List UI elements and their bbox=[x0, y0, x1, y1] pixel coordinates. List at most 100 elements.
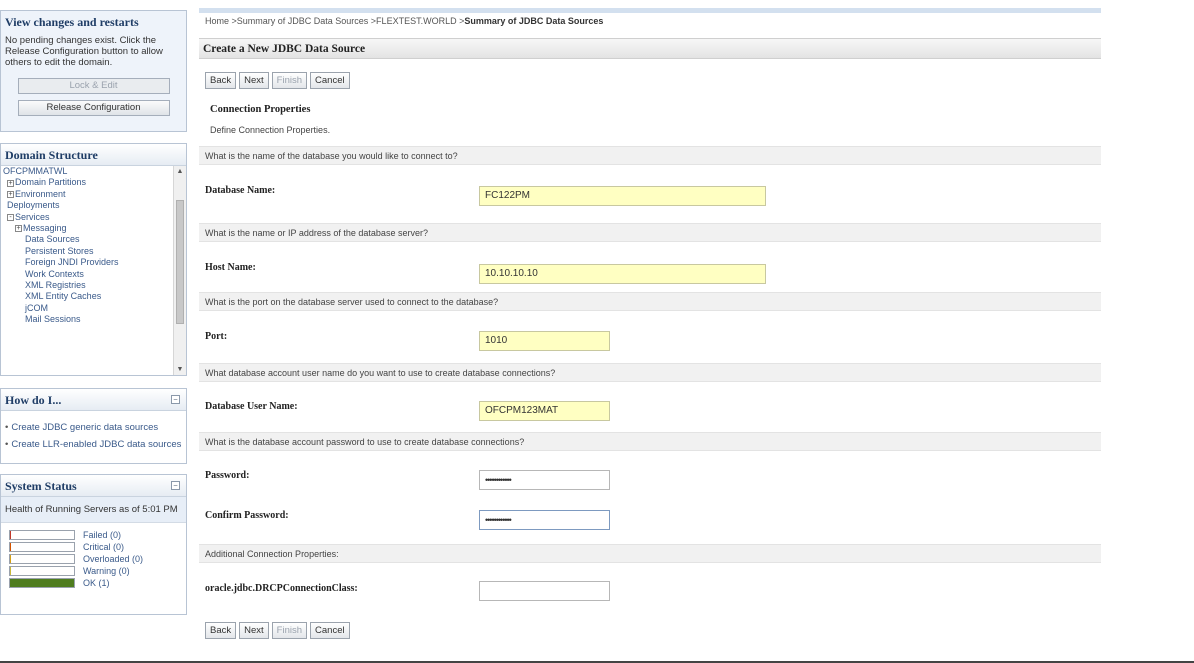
tree-item-label[interactable]: Messaging bbox=[23, 223, 67, 233]
tree-item[interactable]: + Environment bbox=[3, 189, 173, 200]
expand-icon[interactable]: + bbox=[15, 225, 22, 233]
tree-item-label[interactable]: Foreign JNDI Providers bbox=[25, 257, 119, 267]
port-question: What is the port on the database server … bbox=[199, 292, 1101, 311]
tree-item-label[interactable]: Persistent Stores bbox=[25, 246, 94, 256]
drcp-connection-class-input[interactable] bbox=[479, 581, 610, 601]
tree-item-label[interactable]: Work Contexts bbox=[25, 269, 84, 279]
tree-item-label[interactable]: OFCPMMATWL bbox=[3, 166, 67, 176]
password-input[interactable]: •••••••••••• bbox=[479, 470, 610, 490]
scroll-thumb[interactable] bbox=[176, 200, 184, 324]
top-strip bbox=[199, 8, 1101, 13]
cancel-button[interactable]: Cancel bbox=[310, 72, 350, 89]
tree-item-label[interactable]: Services bbox=[15, 212, 50, 222]
how-do-i-item-label[interactable]: Create JDBC generic data sources bbox=[11, 422, 158, 433]
status-bar bbox=[9, 542, 75, 552]
how-do-i-title-text: How do I... bbox=[5, 393, 62, 407]
cancel-button[interactable]: Cancel bbox=[310, 622, 350, 639]
tree-item[interactable]: Data Sources bbox=[3, 234, 173, 245]
db-name-label: Database Name: bbox=[205, 185, 276, 196]
bullet-icon: • bbox=[5, 422, 9, 433]
status-bar bbox=[9, 530, 75, 540]
collapse-tree-icon[interactable]: - bbox=[7, 213, 14, 221]
status-bar bbox=[9, 578, 75, 588]
tree-item[interactable]: OFCPMMATWL bbox=[3, 166, 173, 177]
status-label[interactable]: OK (1) bbox=[83, 577, 110, 589]
finish-button[interactable]: Finish bbox=[271, 622, 308, 639]
confirm-password-label: Confirm Password: bbox=[205, 510, 289, 521]
status-label[interactable]: Failed (0) bbox=[83, 529, 121, 541]
tree-item[interactable]: Persistent Stores bbox=[3, 246, 173, 257]
how-do-i-title: How do I... − bbox=[1, 389, 186, 411]
domain-structure-panel: Domain Structure OFCPMMATWL + Domain Parti… bbox=[0, 143, 187, 376]
tree-item[interactable]: jCOM bbox=[3, 303, 173, 314]
tree-item-label[interactable]: XML Registries bbox=[25, 280, 86, 290]
back-button[interactable]: Back bbox=[205, 622, 237, 639]
next-button[interactable]: Next bbox=[239, 72, 269, 89]
tree-item[interactable]: XML Entity Caches bbox=[3, 291, 173, 302]
tree-item-label[interactable]: Domain Partitions bbox=[15, 177, 86, 187]
section-description: Define Connection Properties. bbox=[210, 125, 331, 135]
tree-item[interactable]: + Domain Partitions bbox=[3, 177, 173, 188]
scroll-up-icon[interactable]: ▲ bbox=[174, 166, 186, 177]
tree-item[interactable]: - Services bbox=[3, 212, 173, 223]
tree-item-label[interactable]: Deployments bbox=[7, 200, 60, 210]
tree-item[interactable]: + Messaging bbox=[3, 223, 173, 234]
release-configuration-button[interactable]: Release Configuration bbox=[17, 100, 170, 116]
domain-structure-title: Domain Structure bbox=[1, 144, 186, 166]
tree-item[interactable]: Work Contexts bbox=[3, 269, 173, 280]
next-button[interactable]: Next bbox=[239, 622, 269, 639]
tree-item[interactable]: Foreign JNDI Providers bbox=[3, 257, 173, 268]
page-title: Create a New JDBC Data Source bbox=[199, 38, 1101, 59]
change-center-panel: View changes and restarts No pending cha… bbox=[0, 10, 187, 132]
back-button[interactable]: Back bbox=[205, 72, 237, 89]
status-row: OK (1) bbox=[1, 577, 186, 589]
bottom-button-bar: Back Next Finish Cancel bbox=[205, 622, 350, 639]
status-label[interactable]: Overloaded (0) bbox=[83, 553, 143, 565]
host-name-label: Host Name: bbox=[205, 262, 256, 273]
how-do-i-list: • Create JDBC generic data sources • Creat… bbox=[1, 411, 186, 453]
status-bar bbox=[9, 554, 75, 564]
status-bar-fill bbox=[10, 579, 74, 587]
how-do-i-item[interactable]: • Create JDBC generic data sources bbox=[5, 419, 186, 436]
status-row: Warning (0) bbox=[1, 565, 186, 577]
confirm-password-input[interactable]: •••••••••••• bbox=[479, 510, 610, 530]
host-name-question: What is the name or IP address of the da… bbox=[199, 223, 1101, 242]
tree-item-label[interactable]: XML Entity Caches bbox=[25, 291, 101, 301]
domain-tree: OFCPMMATWL + Domain Partitions + Environment… bbox=[1, 166, 173, 375]
domain-tree-scrollbar[interactable]: ▲ ▼ bbox=[173, 166, 186, 375]
status-bar-fill bbox=[10, 567, 12, 575]
tree-item-label[interactable]: Data Sources bbox=[25, 234, 80, 244]
port-input[interactable]: 1010 bbox=[479, 331, 610, 351]
host-name-input[interactable]: 10.10.10.10 bbox=[479, 264, 766, 284]
status-row: Critical (0) bbox=[1, 541, 186, 553]
status-bar-fill bbox=[10, 543, 12, 551]
tree-item[interactable]: Mail Sessions bbox=[3, 314, 173, 325]
expand-icon[interactable]: + bbox=[7, 179, 14, 187]
scroll-down-icon[interactable]: ▼ bbox=[174, 364, 186, 375]
lock-edit-button[interactable]: Lock & Edit bbox=[17, 78, 170, 94]
status-row: Failed (0) bbox=[1, 529, 186, 541]
how-do-i-item-label[interactable]: Create LLR-enabled JDBC data sources bbox=[11, 439, 181, 450]
password-label: Password: bbox=[205, 470, 250, 481]
section-title: Connection Properties bbox=[210, 104, 311, 115]
port-label: Port: bbox=[205, 331, 228, 342]
collapse-icon[interactable]: − bbox=[171, 481, 180, 490]
system-status-title: System Status − bbox=[1, 475, 186, 497]
status-label[interactable]: Critical (0) bbox=[83, 541, 124, 553]
db-user-input[interactable]: OFCPM123MAT bbox=[479, 401, 610, 421]
how-do-i-item[interactable]: • Create LLR-enabled JDBC data sources bbox=[5, 436, 186, 453]
db-user-label: Database User Name: bbox=[205, 401, 298, 412]
expand-icon[interactable]: + bbox=[7, 190, 14, 198]
db-user-question: What database account user name do you w… bbox=[199, 363, 1101, 382]
finish-button[interactable]: Finish bbox=[271, 72, 308, 89]
tree-item-label[interactable]: Mail Sessions bbox=[25, 314, 81, 324]
tree-item-label[interactable]: jCOM bbox=[25, 303, 48, 313]
tree-item-label[interactable]: Environment bbox=[15, 189, 66, 199]
status-label[interactable]: Warning (0) bbox=[83, 565, 130, 577]
how-do-i-panel: How do I... − • Create JDBC generic data … bbox=[0, 388, 187, 464]
tree-item[interactable]: XML Registries bbox=[3, 280, 173, 291]
tree-item[interactable]: Deployments bbox=[3, 200, 173, 211]
collapse-icon[interactable]: − bbox=[171, 395, 180, 404]
db-name-input[interactable]: FC122PM bbox=[479, 186, 766, 206]
breadcrumb-path[interactable]: Home >Summary of JDBC Data Sources >FLEX… bbox=[205, 16, 464, 26]
